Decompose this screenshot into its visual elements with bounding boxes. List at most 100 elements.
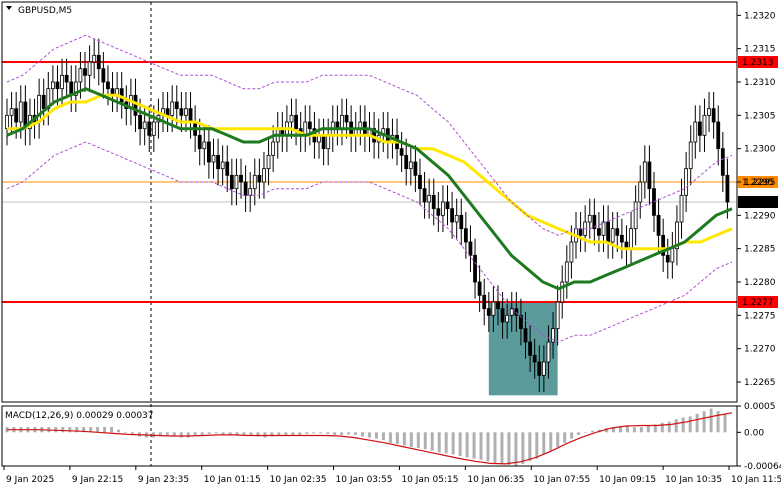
macd-histogram-bar (319, 432, 323, 434)
macd-histogram-bar (688, 416, 692, 433)
candle-body (693, 121, 698, 143)
macd-histogram-bar (158, 432, 162, 435)
candle-body (528, 341, 533, 356)
price-tick-label: 1.2285 (744, 245, 776, 255)
candle-body (413, 161, 418, 176)
macd-histogram-bar (249, 432, 253, 435)
candle-body (482, 294, 487, 310)
candle-body (64, 74, 69, 83)
macd-histogram-bar (374, 432, 378, 439)
candle-body (225, 161, 230, 176)
candle-body (436, 208, 441, 216)
macd-histogram-bar (625, 426, 629, 433)
candle-body (142, 121, 147, 130)
macd-histogram-bar (479, 432, 483, 460)
time-tick-label: 10 Jan 05:15 (401, 475, 458, 485)
candle-body (229, 174, 234, 190)
candle-body (560, 281, 565, 303)
macd-histogram-bar (549, 432, 553, 451)
candle-body (294, 114, 298, 130)
macd-histogram-bar (500, 432, 504, 464)
macd-histogram-bar (103, 427, 107, 433)
candle-body (197, 134, 202, 150)
macd-histogram-bar (277, 432, 281, 435)
macd-histogram-bar (340, 432, 344, 435)
macd-histogram-bar (535, 432, 539, 459)
candle-body (184, 108, 188, 116)
time-tick-label: 10 Jan 02:35 (270, 475, 327, 485)
candle-body (647, 161, 652, 190)
time-tick-label: 9 Jan 2025 (6, 475, 54, 485)
candle-body (610, 228, 615, 243)
current-price-label: 1.2292 (742, 198, 774, 208)
macd-histogram-bar (716, 411, 720, 433)
price-tick-label: 1.2290 (744, 211, 776, 221)
candle-body (523, 328, 528, 343)
candle-body (656, 214, 661, 236)
candle-body (37, 94, 42, 123)
candle-body (500, 308, 505, 323)
candle-body (532, 354, 537, 363)
price-tick-label: 1.2320 (744, 11, 776, 21)
candle-body (725, 174, 730, 203)
candle-body (463, 228, 468, 243)
candle-body (239, 174, 243, 183)
candle-body (147, 121, 152, 136)
candle-body (133, 94, 138, 116)
macd-histogram-bar (639, 427, 643, 433)
candle-body (473, 254, 477, 283)
candle-body (138, 114, 142, 130)
candle-body (505, 314, 510, 323)
candle-body (83, 68, 87, 76)
candle-body (165, 108, 170, 116)
macd-tick-label: -0.00064 (744, 462, 781, 472)
candle-body (615, 228, 620, 236)
macd-histogram-bar (242, 432, 246, 435)
macd-histogram-bar (528, 432, 532, 462)
candle-body (569, 241, 574, 263)
time-tick-label: 10 Jan 11:55 (731, 475, 781, 485)
candle-body (427, 194, 432, 203)
candle-body (170, 101, 175, 116)
macd-histogram-bar (667, 421, 671, 433)
candle-body (87, 61, 92, 76)
candle-body (5, 114, 9, 130)
candle-body (468, 241, 473, 256)
macd-histogram-bar (312, 432, 316, 434)
candle-body (41, 94, 46, 110)
macd-histogram-bar (326, 432, 330, 434)
price-tick-label: 1.2300 (744, 145, 776, 155)
candle-body (188, 108, 193, 123)
price-tick-label: 1.2280 (744, 278, 776, 288)
macd-histogram-bar (646, 426, 650, 433)
macd-histogram-bar (709, 408, 713, 433)
price-tick-label: 1.2270 (744, 345, 776, 355)
candle-body (720, 148, 725, 176)
macd-histogram-bar (61, 427, 65, 433)
candle-body (601, 221, 606, 236)
price-tick-label: 1.2295 (744, 178, 776, 188)
candle-body (587, 214, 592, 223)
candle-body (459, 214, 464, 230)
gbpusd-chart: 1.2313 1.2295 1.2277 1.2292 0.0005 0.00 -0.00… (0, 0, 781, 489)
macd-histogram-bar (437, 432, 441, 453)
macd-histogram-bar (486, 432, 490, 462)
candle-body (262, 168, 266, 183)
macd-label: MACD(12,26,9) 0.00029 0.00037 (5, 411, 154, 421)
candle-body (266, 154, 271, 170)
time-tick-label: 10 Jan 03:55 (336, 475, 393, 485)
candle-body (220, 161, 225, 170)
macd-histogram-bar (186, 432, 190, 438)
candle-body (14, 108, 19, 123)
candle-body (408, 161, 413, 170)
candle-body (633, 201, 638, 230)
macd-histogram-bar (591, 430, 595, 433)
macd-histogram-bar (660, 422, 664, 433)
level-label: 1.2313 (742, 58, 774, 68)
macd-histogram-bar (702, 411, 706, 433)
candle-body (697, 121, 702, 136)
candle-body (179, 108, 184, 116)
candle-body (206, 141, 211, 163)
candle-body (486, 308, 491, 316)
candle-body (619, 234, 624, 243)
